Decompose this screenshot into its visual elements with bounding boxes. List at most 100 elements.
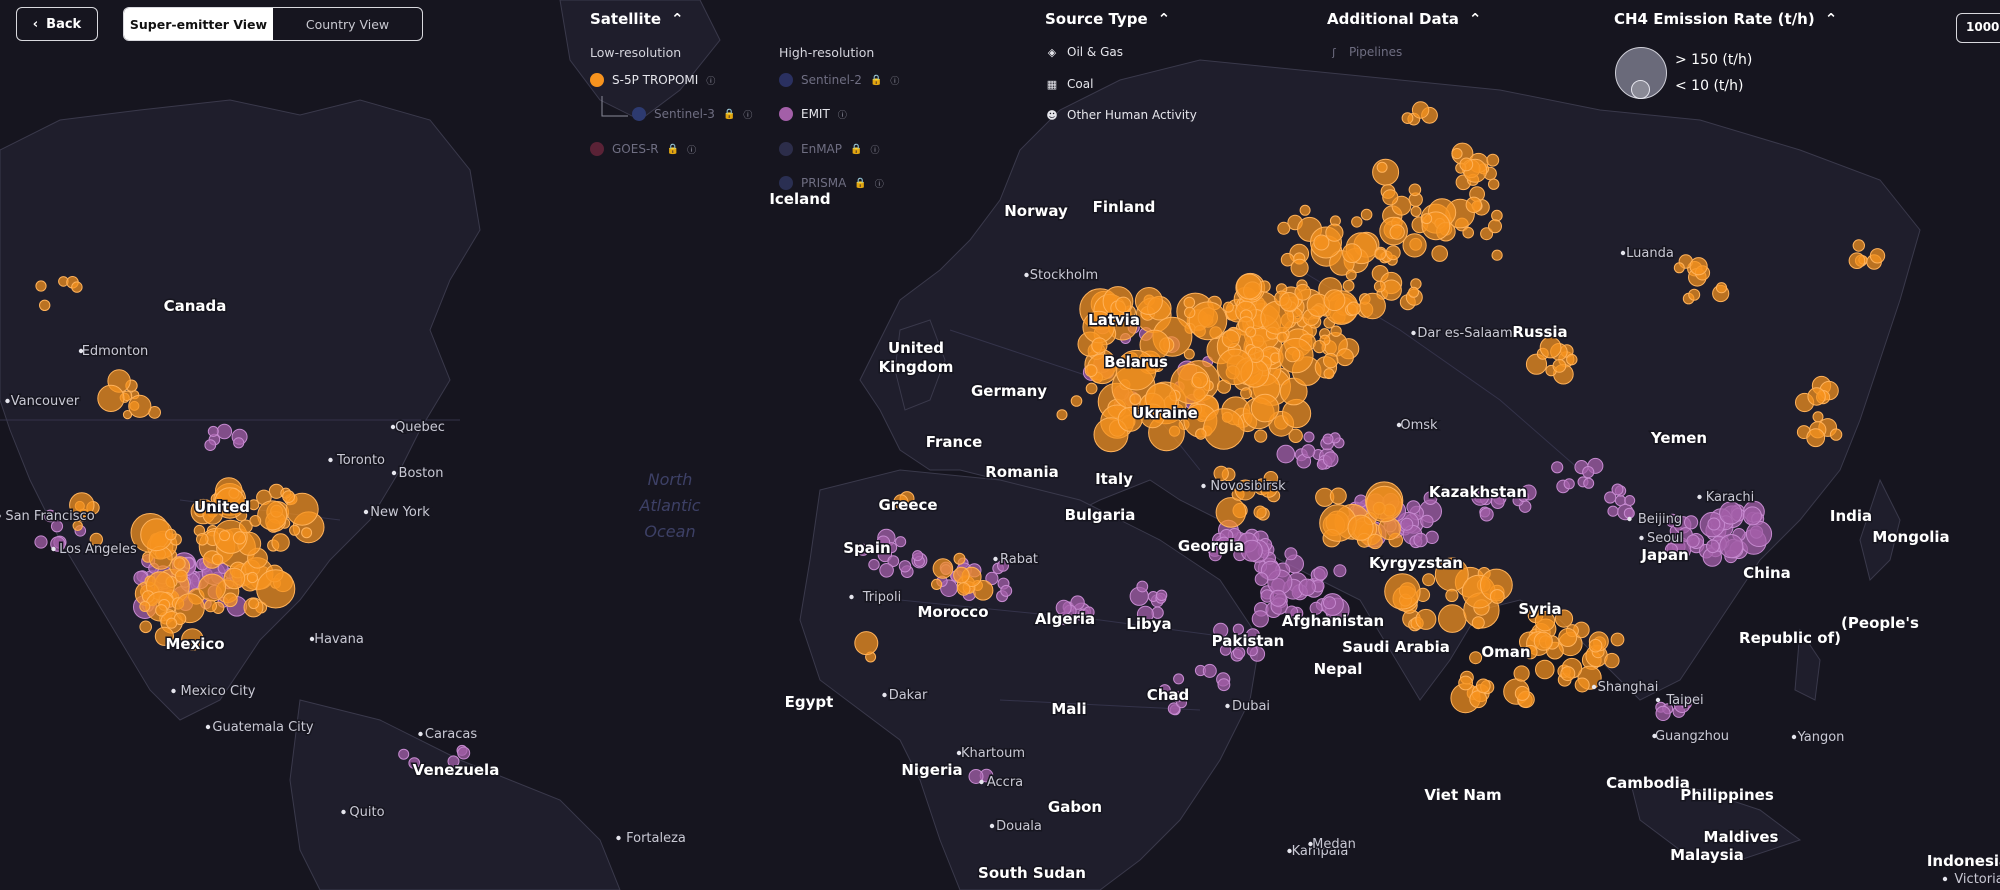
source-type-filter-header[interactable]: Source Type ⌃ [1045,10,1170,28]
satellite-option-sentinel-3[interactable]: Sentinel-3 🔒 ⓘ [632,107,752,121]
emit-emission-bubble[interactable] [1742,506,1762,526]
tropomi-emission-bubble[interactable] [1345,269,1357,281]
tropomi-emission-bubble[interactable] [1535,659,1555,680]
info-icon[interactable]: ⓘ [890,74,899,87]
emit-emission-bubble[interactable] [1217,678,1231,692]
tropomi-emission-bubble[interactable] [1558,628,1578,647]
emit-emission-bubble[interactable] [1333,564,1347,578]
tropomi-emission-bubble[interactable] [1514,685,1530,701]
tropomi-emission-bubble[interactable] [1222,301,1234,313]
tropomi-emission-bubble[interactable] [931,578,943,591]
tropomi-emission-bubble[interactable] [1312,340,1327,354]
tropomi-emission-bubble[interactable] [1533,631,1553,651]
tropomi-emission-bubble[interactable] [1688,288,1701,301]
tropomi-emission-bubble[interactable] [1848,252,1866,270]
tropomi-emission-bubble[interactable] [71,281,83,293]
tropomi-emission-bubble[interactable] [1471,616,1485,630]
tropomi-emission-bubble[interactable] [1469,651,1483,665]
tropomi-emission-bubble[interactable] [196,533,209,546]
tropomi-emission-bubble[interactable] [1389,224,1405,240]
tropomi-emission-bubble[interactable] [1091,337,1108,354]
tropomi-emission-bubble[interactable] [139,620,152,634]
tropomi-emission-bubble[interactable] [223,592,238,608]
tropomi-emission-bubble[interactable] [289,524,301,536]
tropomi-emission-bubble[interactable] [1806,428,1826,448]
source-type-coal[interactable]: ▦ Coal [1045,77,1094,91]
tropomi-emission-bubble[interactable] [1574,677,1590,693]
emit-emission-bubble[interactable] [1655,705,1671,722]
emit-emission-bubble[interactable] [1298,578,1316,596]
tropomi-emission-bubble[interactable] [1869,248,1886,264]
tropomi-emission-bubble[interactable] [1552,359,1567,373]
tropomi-emission-bubble[interactable] [956,582,971,596]
tropomi-emission-bubble[interactable] [35,280,47,292]
tropomi-emission-bubble[interactable] [1277,221,1291,235]
tropomi-emission-bubble[interactable] [1250,393,1280,423]
emit-emission-bubble[interactable] [1136,580,1149,593]
tropomi-emission-bubble[interactable] [1408,183,1422,197]
tropomi-emission-bubble[interactable] [1215,497,1247,528]
tropomi-emission-bubble[interactable] [1236,273,1263,300]
tropomi-emission-bubble[interactable] [1129,393,1142,406]
tropomi-emission-bubble[interactable] [953,566,970,584]
tropomi-emission-bubble[interactable] [1070,395,1083,407]
tropomi-emission-bubble[interactable] [1374,248,1387,261]
tropomi-emission-bubble[interactable] [1486,153,1500,167]
emit-emission-bubble[interactable] [912,550,924,562]
tropomi-emission-bubble[interactable] [1812,411,1824,423]
emit-emission-bubble[interactable] [1479,507,1494,522]
tropomi-emission-bubble[interactable] [174,569,188,583]
emit-emission-bubble[interactable] [1301,444,1316,459]
emit-emission-bubble[interactable] [1623,507,1635,519]
info-icon[interactable]: ⓘ [706,74,715,87]
emit-emission-bubble[interactable] [1707,517,1721,531]
tropomi-emission-bubble[interactable] [1323,352,1339,369]
emit-emission-bubble[interactable] [1406,500,1421,515]
tropomi-emission-bubble[interactable] [1329,487,1347,505]
emit-emission-bubble[interactable] [1000,584,1013,597]
emit-emission-bubble[interactable] [204,439,217,452]
tropomi-emission-bubble[interactable] [1221,329,1240,348]
emit-emission-bubble[interactable] [1323,596,1336,610]
emit-emission-bubble[interactable] [1322,433,1334,445]
emit-emission-bubble[interactable] [233,437,245,449]
emit-emission-bubble[interactable] [1582,466,1595,479]
tropomi-emission-bubble[interactable] [166,617,178,629]
emit-emission-bubble[interactable] [1251,610,1269,628]
tropomi-emission-bubble[interactable] [1253,505,1267,519]
tropomi-emission-bubble[interactable] [271,533,290,552]
tropomi-emission-bubble[interactable] [1673,262,1685,274]
emit-emission-bubble[interactable] [1303,431,1315,443]
emit-emission-bubble[interactable] [1313,566,1328,581]
tropomi-emission-bubble[interactable] [1382,189,1399,206]
tropomi-emission-bubble[interactable] [1829,428,1843,441]
satellite-option-emit[interactable]: EMIT ⓘ [779,107,847,121]
tropomi-emission-bubble[interactable] [1689,257,1708,276]
tropomi-emission-bubble[interactable] [1254,429,1268,443]
info-icon[interactable]: ⓘ [743,108,752,121]
tropomi-emission-bubble[interactable] [1279,292,1299,312]
emit-emission-bubble[interactable] [1413,532,1428,548]
emit-emission-bubble[interactable] [1706,539,1720,554]
tropomi-emission-bubble[interactable] [1276,331,1288,343]
tropomi-emission-bubble[interactable] [1408,286,1420,298]
tropomi-emission-bubble[interactable] [1084,364,1098,378]
emit-emission-bubble[interactable] [34,535,48,549]
emit-emission-bubble[interactable] [1719,534,1744,559]
tropomi-emission-bubble[interactable] [1056,409,1068,421]
tropomi-emission-bubble[interactable] [1610,632,1625,647]
tropomi-emission-bubble[interactable] [1410,206,1422,217]
tropomi-emission-bubble[interactable] [1347,514,1374,541]
tropomi-emission-bubble[interactable] [139,601,151,612]
tropomi-emission-bubble[interactable] [1290,258,1309,277]
tropomi-emission-bubble[interactable] [1475,678,1491,694]
additional-data-pipelines[interactable]: ʃ Pipelines [1327,45,1402,59]
tropomi-emission-bubble[interactable] [198,573,227,602]
emit-emission-bubble[interactable] [1611,483,1624,496]
emit-emission-bubble[interactable] [1202,663,1217,678]
tropomi-emission-bubble[interactable] [1431,245,1448,262]
tropomi-emission-bubble[interactable] [1488,219,1502,234]
tropomi-emission-bubble[interactable] [219,530,230,542]
source-type-other-human-activity[interactable]: ☻ Other Human Activity [1045,108,1197,122]
info-icon[interactable]: ⓘ [838,108,847,121]
